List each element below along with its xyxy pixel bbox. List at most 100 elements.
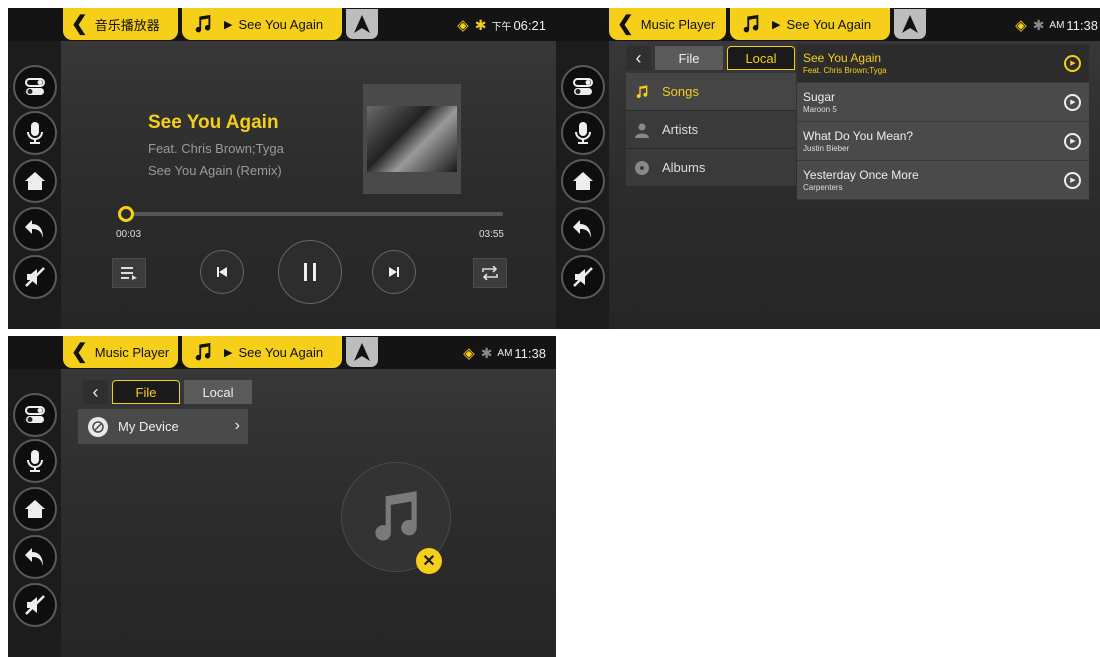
pause-icon xyxy=(304,263,316,281)
home-button[interactable] xyxy=(13,487,57,531)
tabs-back-button[interactable]: ‹ xyxy=(83,380,108,404)
mute-icon xyxy=(25,267,45,287)
navigation-button[interactable] xyxy=(894,9,926,39)
chevron-left-icon: ❮ xyxy=(71,13,88,35)
play-circle-icon[interactable]: ▶ xyxy=(1064,171,1081,189)
tab-local[interactable]: Local xyxy=(184,380,252,404)
mute-icon xyxy=(573,267,593,287)
home-icon xyxy=(573,172,593,190)
toggle-icon xyxy=(25,78,45,95)
repeat-icon xyxy=(482,266,498,280)
mute-button[interactable] xyxy=(13,583,57,627)
category-label: Albums xyxy=(662,160,706,175)
now-playing-pill[interactable]: ▶ See You Again xyxy=(182,8,342,40)
category-artists[interactable]: Artists xyxy=(626,111,796,149)
next-button[interactable] xyxy=(372,250,416,294)
device-row[interactable]: My Device › xyxy=(78,409,248,444)
play-circle-icon[interactable]: ▶ xyxy=(1064,93,1081,111)
song-title: What Do You Mean? xyxy=(803,129,914,143)
next-icon xyxy=(389,267,399,277)
time-period: AM xyxy=(1049,19,1065,31)
back-button[interactable]: ❮ Music Player xyxy=(609,8,726,40)
toggle-icon xyxy=(573,78,593,95)
play-indicator-icon: ▶ xyxy=(772,18,781,31)
mute-button[interactable] xyxy=(561,255,605,299)
return-button[interactable] xyxy=(561,207,605,251)
track-album: See You Again (Remix) xyxy=(148,163,282,178)
local-library-screen: ❮ Music Player ▶ See You Again ◈ ✱ AM 11… xyxy=(556,8,1100,329)
music-note-icon xyxy=(195,342,211,361)
song-title: Sugar xyxy=(803,90,836,104)
source-tabs: ‹ File Local xyxy=(626,46,795,70)
voice-button[interactable] xyxy=(13,111,57,155)
toggle-button[interactable] xyxy=(13,393,57,437)
chevron-right-icon: › xyxy=(234,417,240,434)
repeat-button[interactable] xyxy=(473,258,507,288)
navigation-arrow-icon xyxy=(354,343,370,361)
tab-file[interactable]: File xyxy=(112,380,180,404)
song-row[interactable]: See You Again Feat. Chris Brown;Tyga ▶ xyxy=(797,44,1089,83)
mute-icon xyxy=(25,595,45,615)
microphone-icon xyxy=(27,122,43,144)
progress-handle[interactable] xyxy=(118,206,134,222)
person-icon xyxy=(634,122,652,138)
chevron-left-icon: ❮ xyxy=(71,341,88,363)
close-icon: ✕ xyxy=(416,548,442,574)
chevron-left-icon: ‹ xyxy=(92,381,99,402)
voice-button[interactable] xyxy=(561,111,605,155)
disc-icon xyxy=(634,160,652,176)
play-circle-icon[interactable]: ▶ xyxy=(1064,54,1081,72)
navigation-button[interactable] xyxy=(346,337,378,367)
category-label: Songs xyxy=(662,84,699,99)
back-button[interactable]: ❮ 音乐播放器 xyxy=(63,8,178,40)
voice-button[interactable] xyxy=(13,439,57,483)
app-title: Music Player xyxy=(94,344,170,360)
toggle-button[interactable] xyxy=(561,65,605,109)
time-period: 下午 xyxy=(491,21,512,33)
now-playing-pill[interactable]: ▶ See You Again xyxy=(182,336,342,368)
tab-file[interactable]: File xyxy=(655,46,723,70)
progress-bar[interactable] xyxy=(123,212,503,216)
toggle-button[interactable] xyxy=(13,65,57,109)
song-artist: Carpenters xyxy=(803,183,843,192)
back-arrow-icon xyxy=(573,220,591,238)
device-icon xyxy=(88,416,108,437)
file-browser-screen: ❮ Music Player ▶ See You Again ◈ ✱ AM 11… xyxy=(8,336,556,657)
source-tabs: ‹ File Local xyxy=(83,380,252,404)
return-button[interactable] xyxy=(13,207,57,251)
song-artist: Feat. Chris Brown;Tyga xyxy=(803,66,887,75)
category-albums[interactable]: Albums xyxy=(626,149,796,187)
pause-button[interactable] xyxy=(278,240,342,304)
playlist-button[interactable] xyxy=(112,258,146,288)
track-artist: Feat. Chris Brown;Tyga xyxy=(148,141,284,156)
previous-button[interactable] xyxy=(200,250,244,294)
mute-button[interactable] xyxy=(13,255,57,299)
microphone-icon xyxy=(575,122,591,144)
side-rail xyxy=(8,41,61,329)
clock: 11:38 xyxy=(1066,17,1098,33)
category-songs[interactable]: Songs xyxy=(626,73,796,111)
play-indicator-icon: ▶ xyxy=(224,18,233,31)
device-label: My Device xyxy=(118,419,179,434)
back-arrow-icon xyxy=(25,548,43,566)
album-art xyxy=(363,84,461,194)
tabs-back-button[interactable]: ‹ xyxy=(626,46,651,70)
home-button[interactable] xyxy=(13,159,57,203)
song-row[interactable]: Sugar Maroon 5 ▶ xyxy=(797,83,1089,122)
song-row[interactable]: What Do You Mean? Justin Bieber ▶ xyxy=(797,122,1089,161)
total-time: 03:55 xyxy=(478,229,504,240)
tab-local[interactable]: Local xyxy=(727,46,795,70)
music-note-icon xyxy=(634,84,652,100)
top-bar: ❮ Music Player ▶ See You Again ◈ ✱ AM 11… xyxy=(8,336,556,369)
music-note-icon xyxy=(743,14,759,33)
song-row[interactable]: Yesterday Once More Carpenters ▶ xyxy=(797,161,1089,200)
play-circle-icon[interactable]: ▶ xyxy=(1064,132,1081,150)
back-button[interactable]: ❮ Music Player xyxy=(63,336,178,368)
now-playing-pill[interactable]: ▶ See You Again xyxy=(730,8,890,40)
song-list: See You Again Feat. Chris Brown;Tyga ▶ S… xyxy=(797,44,1089,200)
return-button[interactable] xyxy=(13,535,57,579)
navigation-button[interactable] xyxy=(346,9,378,39)
home-button[interactable] xyxy=(561,159,605,203)
song-title: Yesterday Once More xyxy=(803,168,919,182)
track-title: See You Again xyxy=(148,112,279,133)
